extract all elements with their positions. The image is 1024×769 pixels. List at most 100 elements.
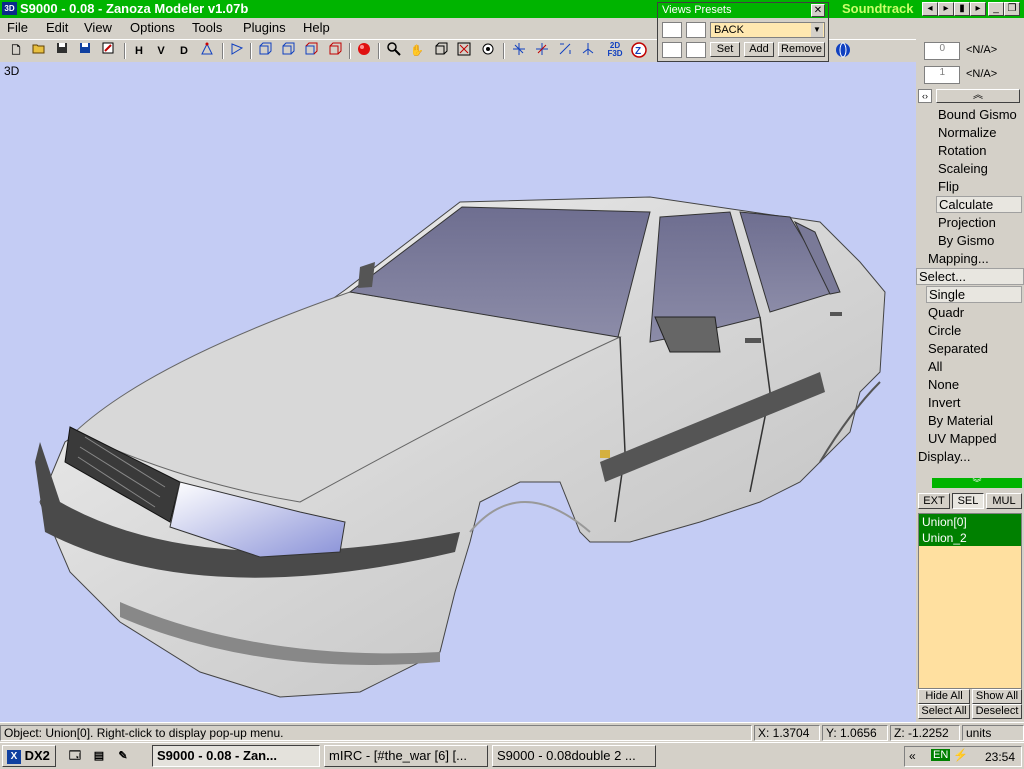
preset-swatch[interactable]	[686, 22, 706, 38]
open-icon[interactable]	[30, 42, 48, 60]
select-single[interactable]: Single	[926, 286, 1022, 303]
uv-flip[interactable]: Flip	[938, 179, 959, 194]
spin-input-1[interactable]: 0	[924, 42, 960, 60]
select-uv-mapped[interactable]: UV Mapped	[928, 431, 997, 446]
views-presets-window[interactable]: Views Presets ✕ BACK ▼ Set Add Remove	[657, 2, 829, 62]
list-item[interactable]: Union_2	[919, 530, 1021, 546]
scroll-right-icon[interactable]: ▸	[938, 2, 954, 16]
deselect-button[interactable]: Deselect	[972, 704, 1022, 719]
preset-dropdown[interactable]: BACK ▼	[710, 22, 825, 38]
scroll-up-icon[interactable]: ︽	[936, 89, 1020, 103]
task-s9000-double[interactable]: S9000 - 0.08double 2 ...	[492, 745, 656, 767]
preset-swatch[interactable]	[686, 42, 706, 58]
select-all-button[interactable]: Select All	[918, 704, 970, 719]
hide-all-button[interactable]: Hide All	[918, 689, 970, 704]
menu-edit[interactable]: Edit	[46, 20, 68, 35]
restore-icon[interactable]: ❐	[1004, 2, 1020, 16]
title-bar[interactable]: 3D S9000 - 0.08 - Zanoza Modeler v1.07b …	[0, 0, 1024, 18]
start-button[interactable]: X DX2	[2, 745, 56, 767]
object-list[interactable]: Union[0] Union_2	[918, 513, 1022, 689]
quicklaunch-tool-icon[interactable]: ✎	[114, 747, 132, 765]
zoom-extents-icon[interactable]	[432, 42, 450, 60]
chevron-down-icon[interactable]: ▼	[811, 23, 823, 37]
render-ball-icon[interactable]	[355, 42, 373, 60]
preset-remove-button[interactable]: Remove	[778, 42, 825, 57]
globe-icon[interactable]	[834, 42, 852, 60]
mirror-icon[interactable]	[579, 42, 597, 60]
next-icon[interactable]: ▸	[970, 2, 986, 16]
rotate-icon[interactable]	[556, 42, 574, 60]
menu-tools[interactable]: Tools	[192, 20, 222, 35]
list-item[interactable]: Union[0]	[919, 514, 1021, 530]
start-icon: X	[7, 749, 21, 764]
menu-options[interactable]: Options	[130, 20, 175, 35]
menu-file[interactable]: File	[7, 20, 28, 35]
language-indicator[interactable]: EN	[931, 749, 951, 761]
display-section[interactable]: Display...	[918, 449, 971, 464]
3d-viewport[interactable]: 3D	[0, 62, 916, 722]
car-body-model[interactable]	[0, 62, 916, 722]
lightning-icon[interactable]: ⚡	[953, 748, 968, 762]
z-icon[interactable]: Z	[630, 42, 648, 60]
minimize-icon[interactable]: _	[988, 2, 1004, 16]
tab-sel[interactable]: SEL	[952, 493, 984, 509]
select-by-material[interactable]: By Material	[928, 413, 993, 428]
collapse-icon[interactable]: ‹›	[918, 89, 932, 103]
pan-icon[interactable]: ✋	[408, 42, 426, 60]
zoom-region-icon[interactable]	[455, 42, 473, 60]
export-icon[interactable]	[99, 42, 117, 60]
tray-expand-icon[interactable]: «	[909, 749, 916, 763]
menu-plugins[interactable]: Plugins	[243, 20, 286, 35]
select-icon[interactable]	[228, 42, 246, 60]
select-separated[interactable]: Separated	[928, 341, 988, 356]
view-h-button[interactable]: H	[130, 42, 148, 60]
select-invert[interactable]: Invert	[928, 395, 961, 410]
menu-help[interactable]: Help	[303, 20, 330, 35]
tab-ext[interactable]: EXT	[918, 493, 950, 509]
preset-swatch[interactable]	[662, 42, 682, 58]
preset-add-button[interactable]: Add	[744, 42, 774, 57]
select-quadr[interactable]: Quadr	[928, 305, 964, 320]
box-front-icon[interactable]	[256, 42, 274, 60]
quicklaunch-explorer-icon[interactable]: ▤	[90, 747, 108, 765]
select-section[interactable]: Select...	[916, 268, 1024, 285]
view-v-button[interactable]: V	[152, 42, 170, 60]
presets-close-icon[interactable]: ✕	[811, 4, 825, 17]
rotate-view-icon[interactable]	[479, 42, 497, 60]
quicklaunch-desktop-icon[interactable]: 🗔	[66, 747, 84, 765]
task-s9000[interactable]: S9000 - 0.08 - Zan...	[152, 745, 320, 767]
select-none[interactable]: None	[928, 377, 959, 392]
zoom-icon[interactable]	[385, 42, 403, 60]
task-mirc[interactable]: mIRC - [#the_war [6] [...	[324, 745, 488, 767]
select-circle[interactable]: Circle	[928, 323, 961, 338]
unwrap-icon[interactable]: 2D F3D	[606, 42, 624, 60]
preset-swatch[interactable]	[662, 22, 682, 38]
scroll-down-icon[interactable]: ︾	[932, 478, 1022, 488]
uv-normalize[interactable]: Normalize	[938, 125, 997, 140]
menu-view[interactable]: View	[84, 20, 112, 35]
uv-projection[interactable]: Projection	[938, 215, 996, 230]
vertex-icon[interactable]	[198, 42, 216, 60]
preset-set-button[interactable]: Set	[710, 42, 740, 57]
box-persp-icon[interactable]	[326, 42, 344, 60]
uv-by-gismo[interactable]: By Gismo	[938, 233, 994, 248]
uv-rotation[interactable]: Rotation	[938, 143, 986, 158]
spin-input-2[interactable]: 1	[924, 66, 960, 84]
save-as-icon[interactable]	[76, 42, 94, 60]
tab-mul[interactable]: MUL	[986, 493, 1022, 509]
view-d-button[interactable]: D	[175, 42, 193, 60]
pause-icon[interactable]: ▮	[954, 2, 970, 16]
move-icon[interactable]	[510, 42, 528, 60]
uv-calculate[interactable]: Calculate	[936, 196, 1022, 213]
scale-icon[interactable]	[533, 42, 551, 60]
box-side-icon[interactable]	[279, 42, 297, 60]
mapping-section[interactable]: Mapping...	[928, 251, 989, 266]
scroll-left-icon[interactable]: ◂	[922, 2, 938, 16]
uv-bound-gismo[interactable]: Bound Gismo	[938, 107, 1017, 122]
box-top-icon[interactable]	[302, 42, 320, 60]
uv-scaleing[interactable]: Scaleing	[938, 161, 988, 176]
select-all[interactable]: All	[928, 359, 942, 374]
save-icon[interactable]	[53, 42, 71, 60]
new-icon[interactable]: 🗋	[7, 42, 25, 60]
show-all-button[interactable]: Show All	[972, 689, 1022, 704]
